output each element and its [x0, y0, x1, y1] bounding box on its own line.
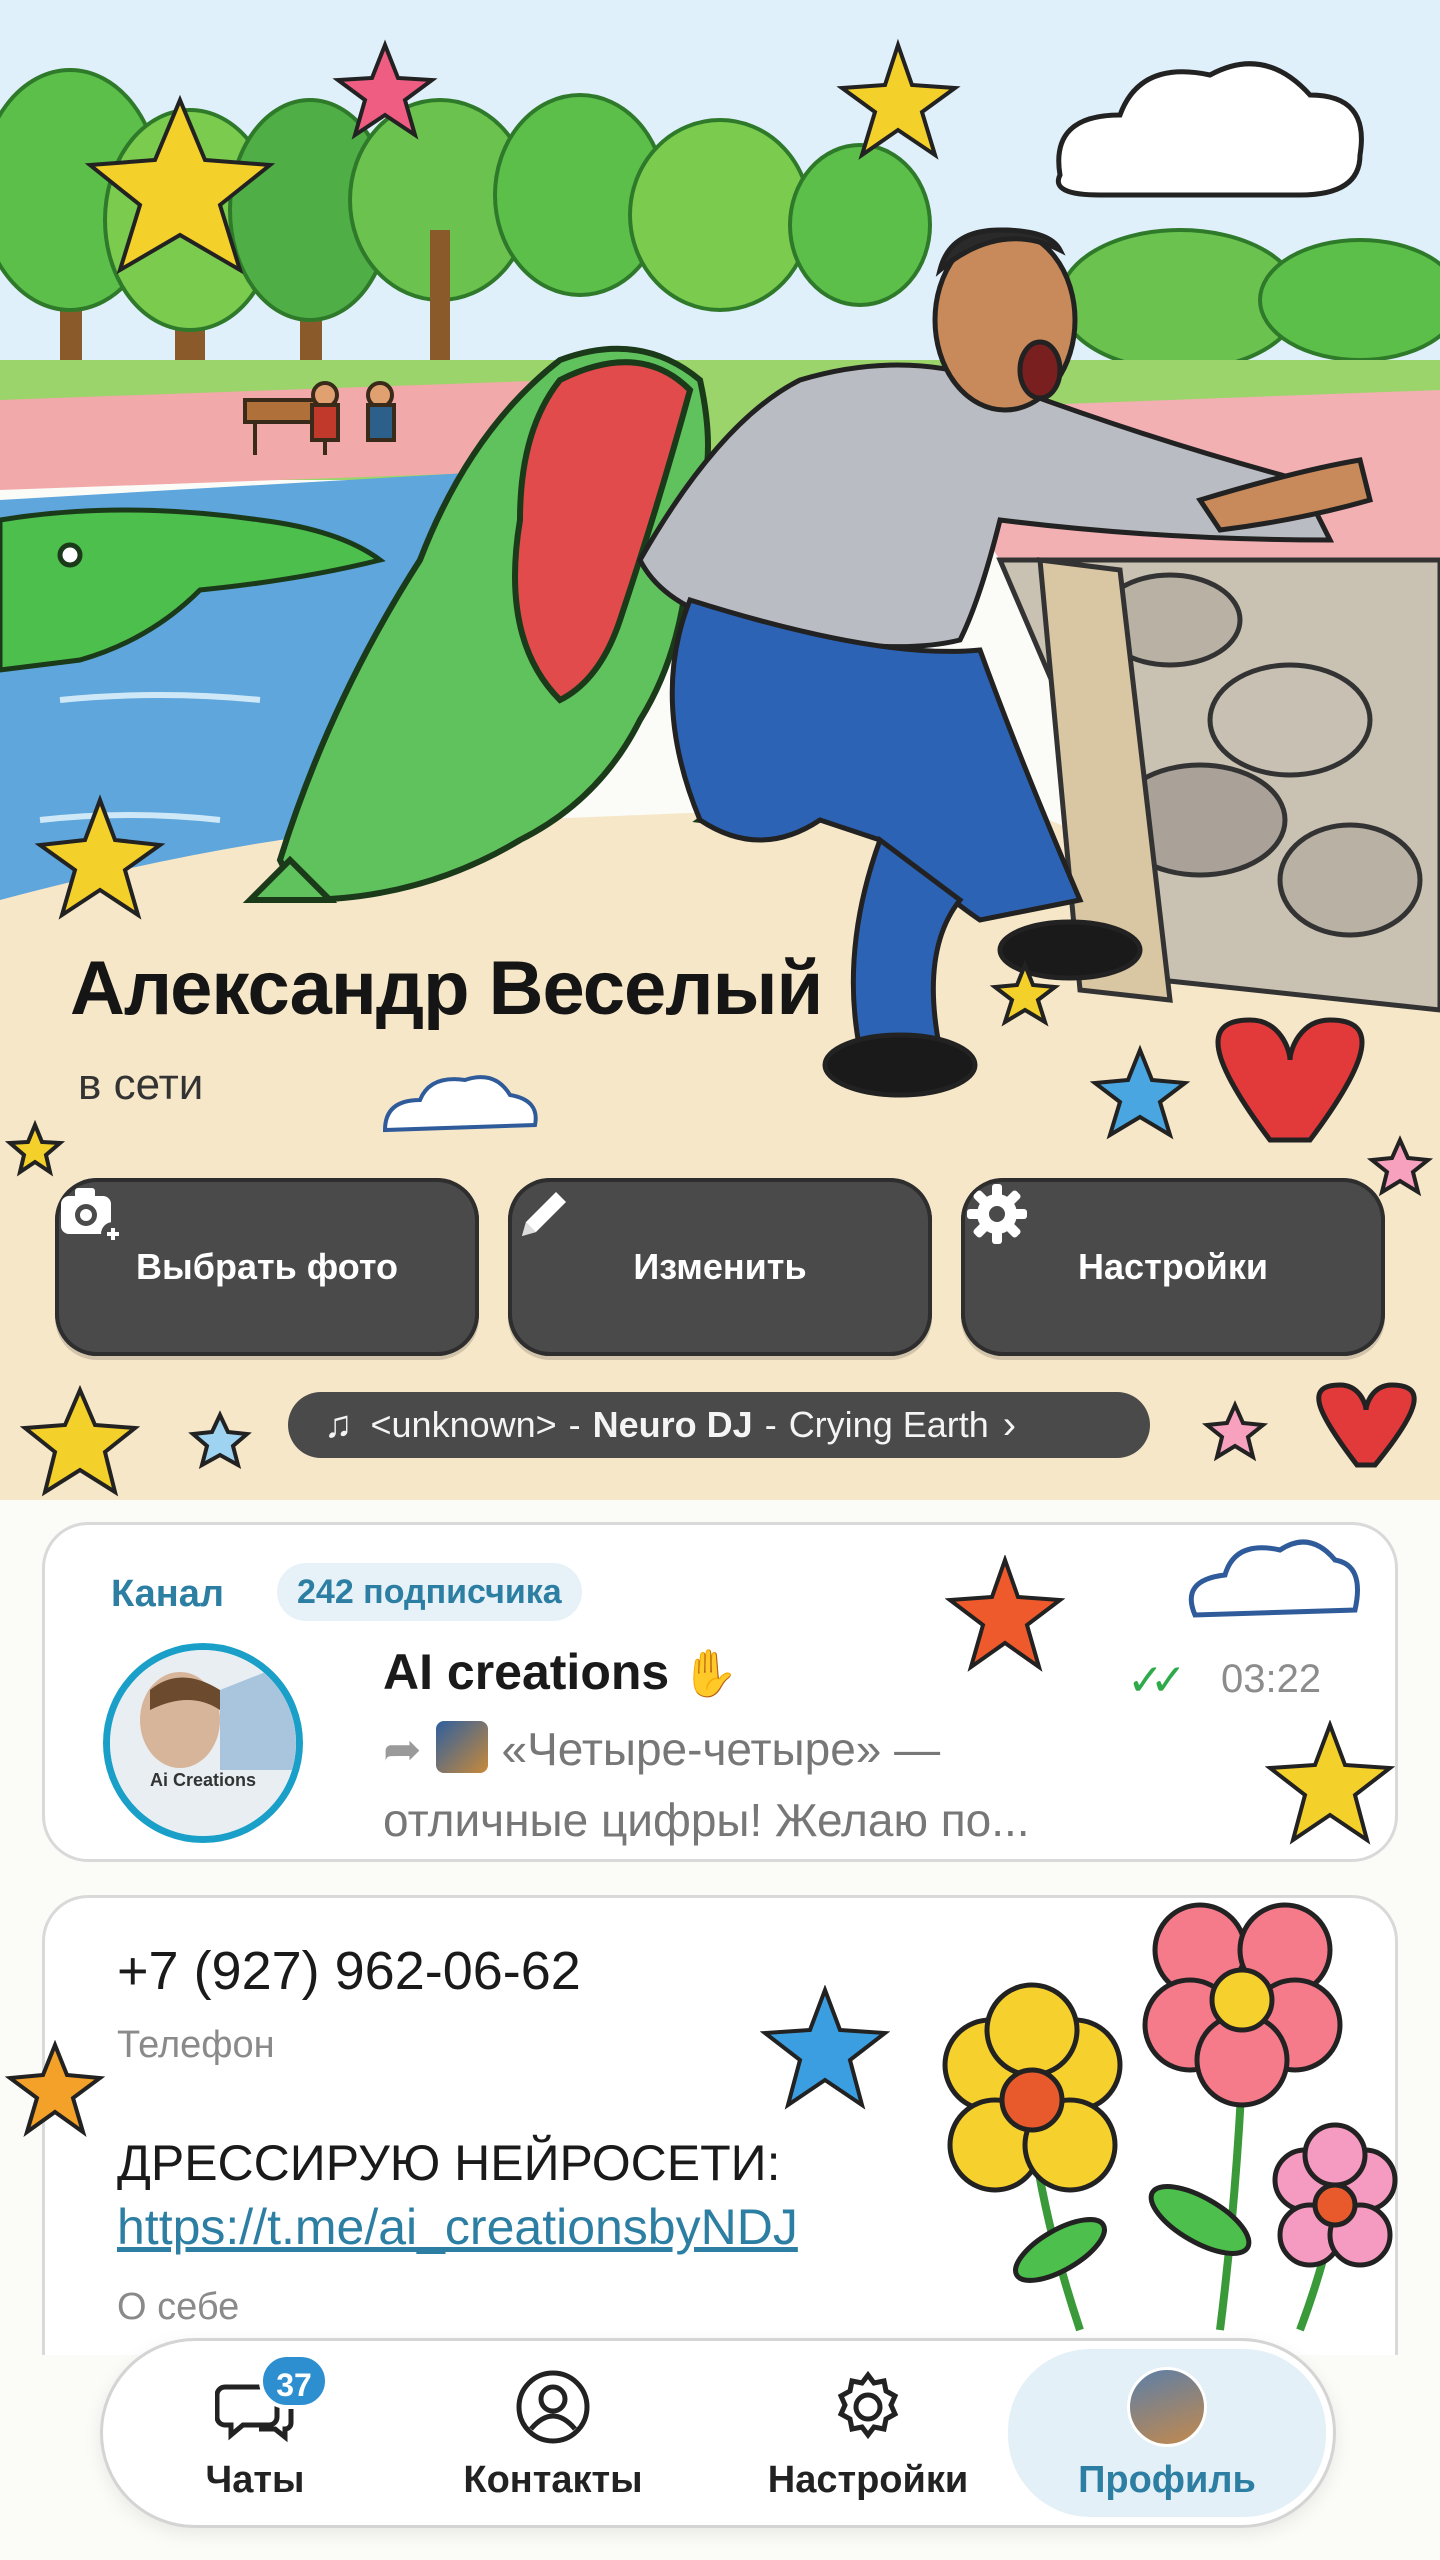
- channel-title-row: AI creations ✋: [383, 1643, 739, 1701]
- settings-label: Настройки: [1078, 1246, 1268, 1287]
- double-check-icon: ✓✓: [1127, 1656, 1187, 1705]
- unread-chats-badge: 37: [259, 2353, 329, 2409]
- nav-profile[interactable]: Профиль: [1008, 2349, 1326, 2517]
- profile-avatar: [1127, 2367, 1207, 2447]
- profile-screen: Александр Веселый в сети Выбрать фото Из…: [0, 0, 1440, 2560]
- edit-button[interactable]: Изменить: [508, 1178, 932, 1356]
- track-title: Crying Earth: [788, 1404, 989, 1445]
- now-playing-pill[interactable]: ♫ <unknown> - Neuro DJ - Crying Earth ›: [288, 1392, 1150, 1458]
- forward-arrow-icon: ➦: [383, 1723, 422, 1775]
- nav-settings-label: Настройки: [767, 2459, 969, 2501]
- flowers-decoration: [942, 1902, 1398, 2332]
- track-separator: -: [568, 1404, 581, 1445]
- settings-icon-wrap: [828, 2367, 908, 2447]
- profile-name: Александр Веселый: [70, 946, 823, 1031]
- contacts-icon-wrap: [513, 2367, 593, 2447]
- star-decoration-4: [1265, 1720, 1395, 1845]
- choose-photo-button[interactable]: Выбрать фото: [55, 1178, 479, 1356]
- pencil-icon: [522, 1192, 566, 1236]
- channel-tag: Канал: [111, 1573, 225, 1615]
- media-thumbnail: [435, 1721, 488, 1773]
- person-circle-icon: [516, 2370, 590, 2444]
- settings-button[interactable]: Настройки: [961, 1178, 1385, 1356]
- star-decoration: [760, 1985, 890, 2110]
- music-note-icon: ♫: [324, 1403, 353, 1446]
- nav-contacts-label: Контакты: [463, 2459, 643, 2501]
- channel-avatar-image: [110, 1650, 296, 1836]
- nav-profile-label: Профиль: [1078, 2459, 1256, 2501]
- star-decoration-3: [945, 1555, 1065, 1672]
- bio-text: ДРЕССИРУЮ НЕЙРОСЕТИ:: [117, 2135, 781, 2191]
- online-status: в сети: [78, 1060, 204, 1109]
- waving-hand-icon: ✋: [681, 1647, 739, 1699]
- message-preview-line2: отличные цифры! Желаю по...: [383, 1794, 1030, 1846]
- star-decoration-2: [5, 2040, 105, 2137]
- gear-icon: [967, 1184, 1027, 1244]
- track-prefix: <unknown>: [370, 1404, 557, 1445]
- track-artist: Neuro DJ: [592, 1404, 753, 1445]
- cloud-decoration-2: [1188, 1539, 1360, 1618]
- phone-number[interactable]: +7 (927) 962-06-62: [117, 1940, 581, 2002]
- message-preview-line1: ➦ «Четыре-четыре» —: [383, 1721, 940, 1776]
- channel-avatar-caption: Ai Creations: [149, 1770, 257, 1790]
- chevron-right-icon: ›: [1002, 1402, 1017, 1447]
- preview-text-1: «Четыре-четыре» —: [501, 1723, 941, 1775]
- nav-settings[interactable]: Настройки: [718, 2341, 1018, 2525]
- phone-label: Телефон: [117, 2024, 275, 2066]
- bottom-navigation: 37 Чаты Контакты Настройки Профиль: [100, 2338, 1336, 2528]
- profile-cover-illustration: Александр Веселый в сети Выбрать фото Из…: [0, 0, 1440, 1500]
- nav-chats-label: Чаты: [205, 2459, 305, 2501]
- chats-icon-wrap: 37: [214, 2353, 329, 2447]
- bio-label: О себе: [117, 2286, 240, 2328]
- nav-contacts[interactable]: Контакты: [403, 2341, 703, 2525]
- edit-label: Изменить: [633, 1246, 807, 1287]
- gear-outline-icon: [837, 2370, 899, 2440]
- bio-link[interactable]: https://t.me/ai_creationsbyNDJ: [117, 2198, 798, 2256]
- channel-avatar[interactable]: Ai Creations: [103, 1643, 303, 1843]
- choose-photo-label: Выбрать фото: [135, 1246, 399, 1287]
- camera-add-icon: [61, 1188, 125, 1246]
- subscribers-badge: 242 подписчика: [277, 1563, 582, 1621]
- nav-chats[interactable]: 37 Чаты: [105, 2341, 405, 2525]
- message-time: 03:22: [1221, 1657, 1322, 1701]
- track-separator-2: -: [764, 1404, 777, 1445]
- channel-name: AI creations: [383, 1644, 670, 1700]
- profile-icon-wrap: [1127, 2367, 1207, 2447]
